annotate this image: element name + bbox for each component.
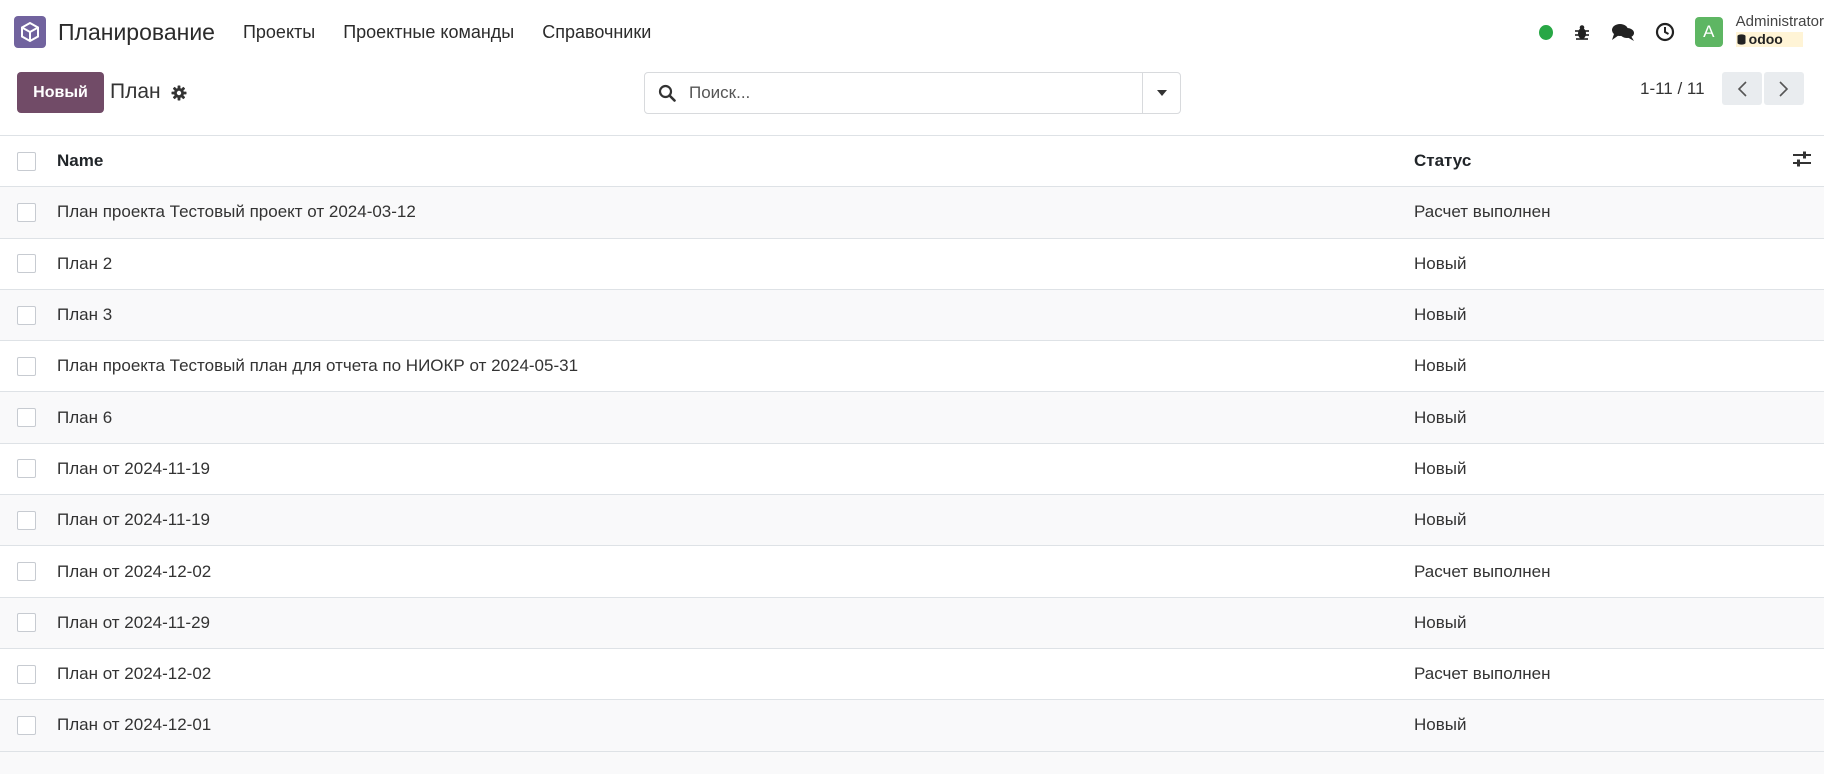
row-checkbox[interactable]	[17, 305, 36, 325]
pager-next-button[interactable]	[1764, 72, 1804, 105]
row-name: План 6	[57, 407, 113, 427]
app-title[interactable]: Планирование	[58, 19, 215, 46]
row-checkbox[interactable]	[17, 254, 36, 274]
table-row[interactable]: План проекта Тестовый проект от 2024-03-…	[0, 187, 1824, 239]
select-all-checkbox[interactable]	[17, 151, 36, 171]
row-status: Новый	[1414, 715, 1467, 735]
pager-previous-button[interactable]	[1722, 72, 1762, 105]
table-row[interactable]: План от 2024-12-01 Новый	[0, 700, 1824, 752]
new-button[interactable]: Новый	[17, 72, 104, 113]
chevron-right-icon	[1779, 80, 1789, 97]
menu-item-references[interactable]: Справочники	[542, 22, 651, 43]
database-badge: odoo	[1735, 30, 1803, 48]
table-row[interactable]: План 6 Новый	[0, 392, 1824, 444]
row-checkbox[interactable]	[17, 356, 36, 376]
row-status: Новый	[1414, 253, 1467, 273]
search-input[interactable]	[689, 73, 1142, 113]
search-bar	[644, 72, 1181, 114]
presence-status-icon	[1539, 24, 1553, 40]
row-status: Расчет выполнен	[1414, 664, 1551, 684]
column-header-status[interactable]: Статус	[1414, 151, 1471, 171]
row-checkbox[interactable]	[17, 715, 36, 735]
row-name: План проекта Тестовый план для отчета по…	[57, 356, 579, 376]
row-checkbox[interactable]	[17, 613, 36, 633]
search-options-toggle[interactable]	[1142, 73, 1180, 113]
gear-icon[interactable]	[171, 85, 187, 106]
row-checkbox[interactable]	[17, 562, 36, 582]
sliders-icon[interactable]	[1792, 149, 1812, 174]
clock-icon[interactable]	[1655, 22, 1675, 42]
menu-item-projects[interactable]: Проекты	[243, 22, 315, 43]
systray: A Administrator odoo	[1494, 0, 1824, 64]
table-row[interactable]: План от 2024-11-29 Новый	[0, 597, 1824, 649]
list-footer	[0, 751, 1824, 774]
chevron-left-icon	[1737, 80, 1747, 97]
table-row[interactable]: План 2 Новый	[0, 239, 1824, 290]
database-name: odoo	[1748, 30, 1783, 47]
top-navbar: Планирование Проекты Проектные команды С…	[0, 0, 1824, 64]
row-status: Новый	[1414, 407, 1467, 427]
user-avatar[interactable]: A	[1694, 17, 1723, 47]
plans-list: Name Статус План проекта Тестовый проект…	[0, 135, 1824, 774]
row-name: План от 2024-11-29	[57, 612, 210, 632]
table-row[interactable]: План от 2024-11-19 Новый	[0, 444, 1824, 496]
row-name: План от 2024-12-01	[57, 715, 212, 735]
row-status: Новый	[1414, 356, 1467, 376]
row-name: План 3	[57, 305, 113, 325]
app-cube-icon[interactable]	[14, 16, 46, 48]
user-menu[interactable]: Administrator odoo	[1735, 13, 1824, 49]
row-name: План от 2024-12-02	[57, 561, 212, 581]
row-checkbox[interactable]	[17, 510, 36, 530]
row-status: Расчет выполнен	[1414, 202, 1551, 222]
table-row[interactable]: План от 2024-12-02 Расчет выполнен	[0, 649, 1824, 701]
row-name: План от 2024-12-02	[57, 664, 212, 684]
bug-icon[interactable]	[1573, 23, 1591, 41]
user-name: Administrator	[1735, 13, 1824, 31]
row-checkbox[interactable]	[17, 459, 36, 479]
caret-down-icon	[1156, 90, 1167, 96]
column-header-name[interactable]: Name	[57, 151, 103, 171]
row-checkbox[interactable]	[17, 202, 36, 222]
row-status: Новый	[1414, 612, 1467, 632]
search-icon	[645, 73, 689, 113]
table-row[interactable]: План проекта Тестовый план для отчета по…	[0, 341, 1824, 393]
list-body: План проекта Тестовый проект от 2024-03-…	[0, 187, 1824, 752]
row-name: План проекта Тестовый проект от 2024-03-…	[57, 202, 416, 222]
row-status: Новый	[1414, 510, 1467, 530]
row-status: Новый	[1414, 458, 1467, 478]
table-row[interactable]: План 3 Новый	[0, 289, 1824, 342]
row-name: План 2	[57, 253, 113, 273]
list-header: Name Статус	[0, 136, 1824, 188]
database-icon	[1737, 34, 1746, 45]
chat-icon[interactable]	[1611, 22, 1635, 42]
row-status: Расчет выполнен	[1414, 561, 1551, 581]
pager-value[interactable]: 1-11 / 11	[1640, 79, 1705, 99]
row-status: Новый	[1414, 305, 1467, 325]
breadcrumb-current: План	[110, 80, 161, 103]
table-row[interactable]: План от 2024-11-19 Новый	[0, 495, 1824, 547]
menu-item-project-teams[interactable]: Проектные команды	[343, 22, 514, 43]
table-row[interactable]: План от 2024-12-02 Расчет выполнен	[0, 546, 1824, 598]
row-checkbox[interactable]	[17, 664, 36, 684]
row-name: План от 2024-11-19	[57, 458, 210, 478]
row-checkbox[interactable]	[17, 408, 36, 428]
row-name: План от 2024-11-19	[57, 510, 210, 530]
